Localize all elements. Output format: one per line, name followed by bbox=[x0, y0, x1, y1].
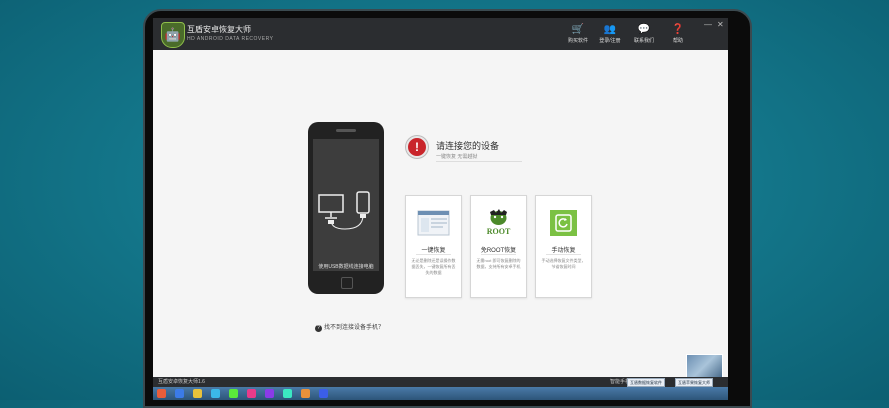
card-description: 手动选择恢复文件类型，节省恢复时间 bbox=[541, 258, 586, 269]
taskbar-app-icon[interactable] bbox=[211, 389, 220, 398]
task-data-recovery[interactable]: 互盾数据恢复软件 bbox=[627, 378, 665, 387]
connect-title: 请连接您的设备 bbox=[436, 141, 500, 151]
svg-text:ROOT: ROOT bbox=[487, 227, 511, 236]
close-button[interactable]: ✕ bbox=[717, 20, 724, 29]
card-title: 手动恢复 bbox=[551, 248, 576, 254]
divider bbox=[436, 161, 522, 162]
usb-connection-icon bbox=[318, 191, 370, 230]
app-title: 互盾安卓恢复大师 bbox=[187, 25, 251, 34]
taskbar-app-icon[interactable] bbox=[301, 389, 310, 398]
taskbar-app-icon[interactable] bbox=[229, 389, 238, 398]
contact-us-button[interactable]: 💬 联系我们 bbox=[629, 24, 659, 44]
title-bar: 🤖 互盾安卓恢复大师 HD ANDROID DATA RECOVERY 🛒 购买… bbox=[153, 18, 728, 50]
task-apple-recovery[interactable]: 互盾苹果恢复大师 bbox=[675, 378, 713, 387]
taskbar-app-icon[interactable] bbox=[283, 389, 292, 398]
main-content: 使用USB数据线连接电脑 ? 找不到连接设备手机？ ! 请连接您的设备 一键恢复 … bbox=[153, 50, 728, 378]
card-description: 无论是删除还是误操作数据丢失，一键恢复所有丢失的数据 bbox=[411, 258, 456, 275]
phone-screen: 使用USB数据线连接电脑 bbox=[313, 139, 379, 271]
minimize-button[interactable]: — bbox=[704, 20, 712, 29]
app-window: 🤖 互盾安卓恢复大师 HD ANDROID DATA RECOVERY 🛒 购买… bbox=[153, 18, 728, 400]
chat-icon: 💬 bbox=[637, 24, 651, 35]
taskbar-app-icon[interactable] bbox=[157, 389, 166, 398]
help-icon: ❓ bbox=[671, 24, 685, 35]
phone-speaker bbox=[336, 129, 356, 132]
card-divider bbox=[416, 254, 451, 255]
card-one-click-recovery[interactable]: 一键恢复 无论是删除还是误操作数据丢失，一键恢复所有丢失的数据 bbox=[405, 195, 462, 298]
app-subtitle: HD ANDROID DATA RECOVERY bbox=[187, 36, 274, 42]
floating-thumbnail[interactable] bbox=[686, 354, 723, 378]
card-title: 免ROOT恢复 bbox=[480, 248, 517, 254]
status-app-name: 互盾安卓恢复大师1.6 bbox=[158, 379, 205, 385]
buy-software-button[interactable]: 🛒 购买软件 bbox=[563, 24, 593, 44]
card-manual-recovery[interactable]: 手动恢复 手动选择恢复文件类型，节省恢复时间 bbox=[535, 195, 592, 298]
buy-software-label: 购买软件 bbox=[567, 38, 588, 44]
card-description: 无需root 即可恢复删除的数据，支持所有安卓手机 bbox=[476, 258, 521, 269]
phone-illustration: 使用USB数据线连接电脑 bbox=[308, 122, 384, 294]
windows-taskbar bbox=[153, 387, 728, 400]
card-root-free-recovery[interactable]: ROOT 免ROOT恢复 无需root 即可恢复删除的数据，支持所有安卓手机 bbox=[470, 195, 527, 298]
cart-icon: 🛒 bbox=[571, 24, 585, 35]
card-divider bbox=[481, 254, 516, 255]
root-android-icon: ROOT bbox=[487, 209, 511, 236]
taskbar-app-icon[interactable] bbox=[319, 389, 328, 398]
device-not-found-label: 找不到连接设备手机？ bbox=[324, 325, 385, 331]
taskbar-app-icon[interactable] bbox=[175, 389, 184, 398]
login-register-label: 登录/注册 bbox=[599, 38, 621, 44]
android-logo-icon: 🤖 bbox=[161, 22, 185, 48]
user-icon: 👥 bbox=[603, 24, 617, 35]
phone-home-button bbox=[341, 277, 353, 289]
status-bar: 互盾安卓恢复大师1.6 智能手机 互盾数据恢复软件 互盾苹果恢复大师 bbox=[153, 377, 728, 387]
device-not-found-link[interactable]: ? 找不到连接设备手机？ bbox=[315, 322, 384, 332]
taskbar-app-icon[interactable] bbox=[193, 389, 202, 398]
taskbar-app-icon[interactable] bbox=[265, 389, 274, 398]
warning-icon: ! bbox=[406, 136, 428, 158]
manual-recover-icon bbox=[550, 210, 577, 236]
card-divider bbox=[546, 254, 581, 255]
card-title: 一键恢复 bbox=[421, 248, 446, 254]
question-icon: ? bbox=[315, 325, 322, 332]
taskbar-app-icon[interactable] bbox=[247, 389, 256, 398]
help-label: 帮助 bbox=[672, 38, 683, 44]
phone-instruction: 使用USB数据线连接电脑 bbox=[318, 264, 374, 270]
help-button[interactable]: ❓ 帮助 bbox=[663, 24, 693, 44]
login-register-button[interactable]: 👥 登录/注册 bbox=[595, 24, 625, 44]
connect-subtitle: 一键恢复 无需越狱 bbox=[436, 154, 478, 160]
contact-us-label: 联系我们 bbox=[633, 38, 654, 44]
software-screenshot-icon bbox=[417, 210, 450, 236]
